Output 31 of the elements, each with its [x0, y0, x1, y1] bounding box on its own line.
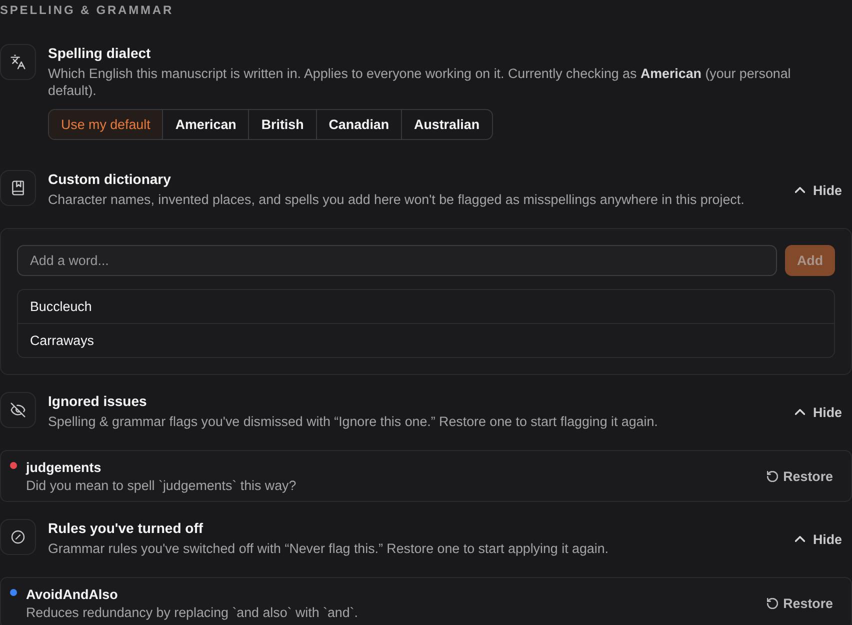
caret-icon — [794, 409, 805, 415]
setting-title: Custom dictionary — [48, 170, 172, 188]
issue-description: Did you mean to spell `judgements` this way? — [26, 477, 298, 494]
setting-description: Character names, invented places, and spells you add here won't be flagged as misspellings anywhere in this project. — [48, 191, 746, 208]
hide-toggle[interactable]: Hide — [790, 178, 852, 202]
dialect-option[interactable]: American — [162, 110, 248, 139]
hide-toggle[interactable]: Hide — [790, 528, 852, 550]
setting-title: Spelling dialect — [48, 44, 152, 62]
dictionary-word: Carraways — [18, 323, 834, 357]
setting-description: Spelling & grammar flags you've dismissed with “Ignore this one.” Restore one to start flagging it again. — [48, 413, 659, 430]
dialect-option[interactable]: Use my default — [49, 110, 162, 139]
caret-icon — [794, 536, 805, 542]
restore-button[interactable]: Restore — [767, 467, 833, 486]
dialect-option[interactable]: British — [248, 110, 316, 139]
issue-title: judgements — [26, 459, 102, 476]
caret-icon — [794, 187, 805, 193]
add-word-field[interactable]: Add a word... — [17, 245, 777, 276]
section-heading: SPELLING & GRAMMAR — [0, 2, 175, 18]
dialect-option[interactable]: Australian — [401, 110, 492, 139]
restore-button[interactable]: Restore — [767, 594, 833, 613]
issue-title: AvoidAndAlso — [26, 586, 119, 603]
setting-title: Ignored issues — [48, 392, 148, 410]
setting-description: Grammar rules you've switched off with “Never flag this.” Restore one to start applying it again. — [48, 540, 610, 557]
setting-title: Rules you've turned off — [48, 519, 204, 537]
restore-icon — [767, 598, 778, 609]
restore-icon — [767, 471, 778, 482]
issue-description: Reduces redundancy by replacing `and also` with `and`. — [26, 604, 359, 621]
hide-toggle[interactable]: Hide — [790, 400, 852, 424]
setting-description: Which English this manuscript is written in. Applies to everyone working on it. Currently checking as American (your personal default). — [48, 65, 792, 99]
dialect-option[interactable]: Canadian — [316, 110, 402, 139]
dictionary-word: Buccleuch — [29, 298, 93, 316]
